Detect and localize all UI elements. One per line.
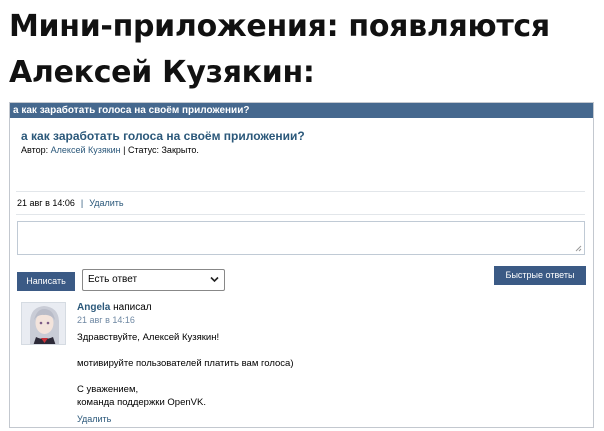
forum-topic-panel: а как заработать голоса на своём приложе… [9, 102, 594, 428]
topic-date-line: 21 авг в 14:06 | Удалить [17, 198, 124, 208]
topic-delete-link[interactable]: Удалить [89, 198, 123, 208]
answer-status-select[interactable]: Есть ответ [82, 269, 225, 291]
panel-header: а как заработать голоса на своём приложе… [10, 103, 593, 118]
page-headline: Мини-приложения: появляются Алексей Кузя… [9, 4, 550, 96]
author-label: Автор: [21, 145, 49, 155]
topic-date: 21 авг в 14:06 [17, 198, 75, 208]
resize-grip-icon[interactable] [575, 245, 582, 252]
status-label: Статус: [128, 145, 159, 155]
quick-answers-button[interactable]: Быстрые ответы [494, 266, 586, 285]
post-author-link[interactable]: Angela [77, 302, 110, 313]
answer-status-value: Есть ответ [88, 274, 138, 285]
headline-line-1: Мини-приложения: появляются [9, 9, 550, 44]
divider [16, 191, 585, 192]
post-reply-button[interactable]: Написать [17, 272, 75, 291]
post-body: Здравствуйте, Алексей Кузякин! мотивируй… [77, 331, 577, 409]
post-message: мотивируйте пользователей платить вам го… [77, 358, 294, 369]
status-value: Закрыто. [161, 145, 199, 155]
meta-separator: | [123, 145, 126, 155]
post-action: написал [113, 302, 152, 313]
avatar[interactable] [21, 302, 66, 345]
post-signoff: С уважением, [77, 384, 139, 395]
topic-title: а как заработать голоса на своём приложе… [21, 129, 305, 143]
topic-meta: Автор: Алексей Кузякин | Статус: Закрыто… [21, 145, 199, 155]
post-delete-link[interactable]: Удалить [77, 414, 111, 424]
reply-textarea[interactable] [17, 221, 585, 255]
divider [16, 214, 585, 215]
post-date: 21 авг в 14:16 [77, 315, 135, 325]
post-author-line: Angela написал [77, 302, 152, 313]
chevron-down-icon [210, 276, 219, 283]
date-separator: | [80, 198, 84, 208]
post-greeting: Здравствуйте, Алексей Кузякин! [77, 332, 220, 343]
anime-avatar-icon [22, 303, 65, 344]
post-signature: команда поддержки OpenVK. [77, 397, 206, 408]
headline-line-2: Алексей Кузякин: [9, 55, 315, 90]
author-link[interactable]: Алексей Кузякин [51, 145, 121, 155]
